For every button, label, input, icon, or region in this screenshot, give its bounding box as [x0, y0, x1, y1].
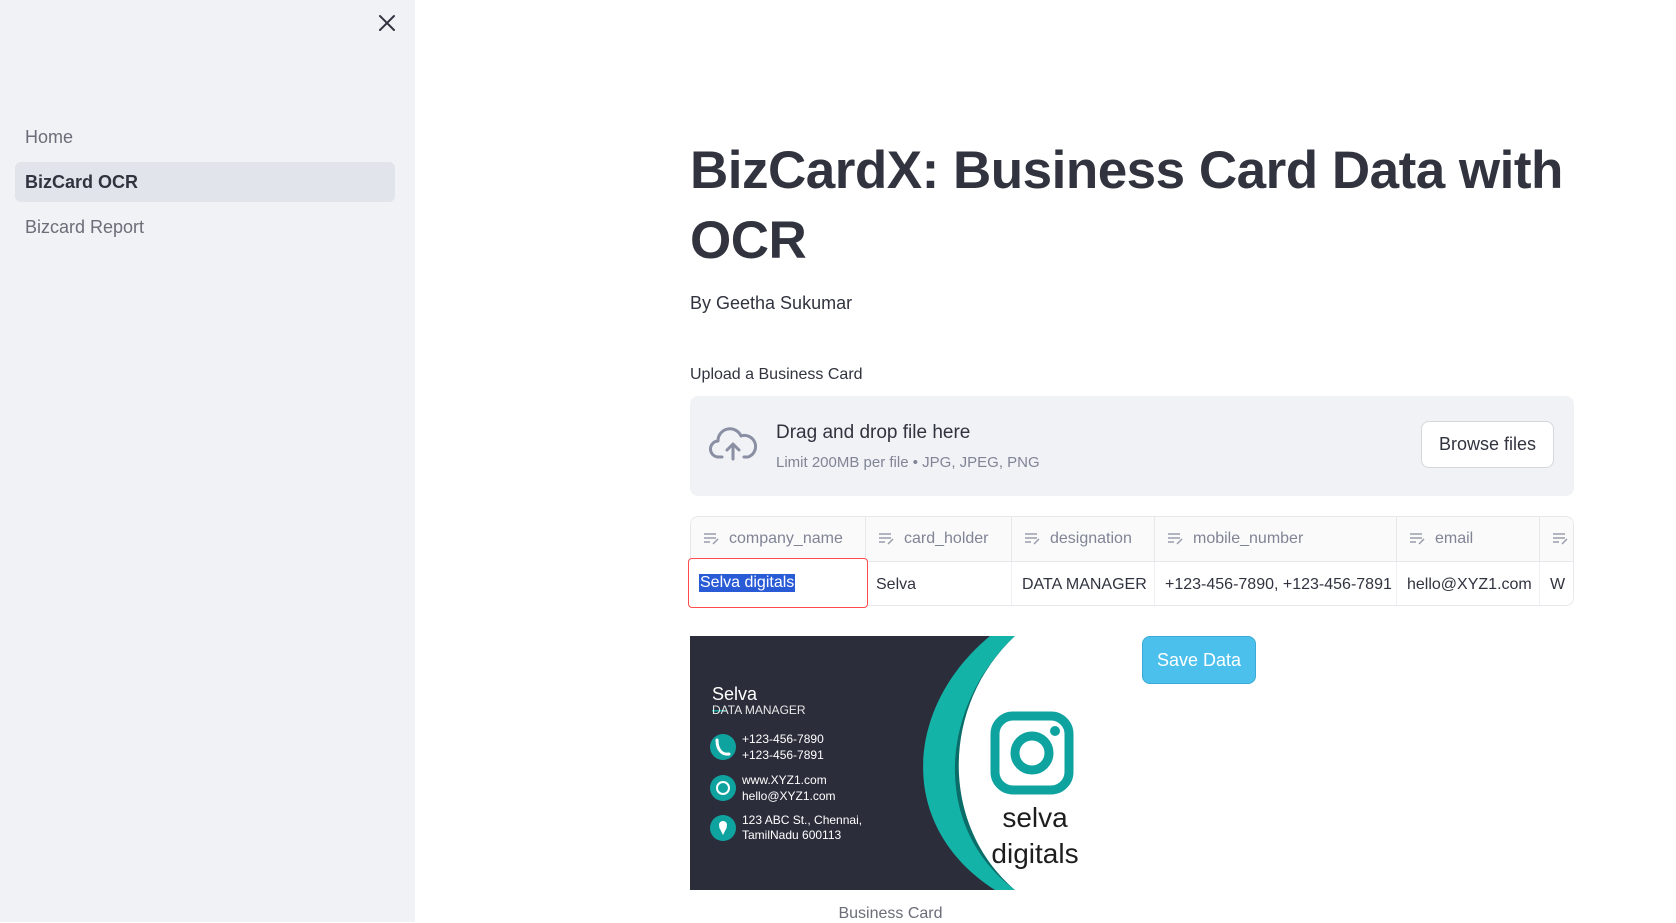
card-email: hello@XYZ1.com — [742, 789, 836, 803]
image-caption: Business Card — [838, 905, 943, 922]
table-cell-email[interactable]: hello@XYZ1.com — [1397, 562, 1540, 605]
card-brand-line-2: digitals — [991, 838, 1079, 869]
browse-files-button[interactable]: Browse files — [1421, 421, 1554, 468]
text-column-icon — [1025, 533, 1040, 545]
table-cell-card-holder[interactable]: Selva — [866, 562, 1012, 605]
card-brand: selva digitals — [985, 800, 1085, 872]
selected-text: Selva digitals — [699, 574, 796, 592]
table-cell-truncated[interactable]: W — [1540, 562, 1573, 605]
column-header-email[interactable]: email — [1397, 517, 1540, 562]
dropzone-title: Drag and drop file here — [776, 422, 971, 443]
text-column-icon — [1410, 533, 1425, 545]
text-column-icon — [1553, 533, 1568, 545]
cloud-upload-icon — [709, 427, 757, 461]
card-brand-line-1: selva — [1002, 802, 1068, 833]
column-header-card-holder[interactable]: card_holder — [866, 517, 1012, 562]
main-content: BizCardX: Business Card Data with OCR By… — [688, 0, 1574, 922]
business-card-image: Selva DATA MANAGER +123-456-7890 +123-45… — [690, 636, 1091, 890]
sidebar: Home BizCard OCR Bizcard Report — [0, 0, 415, 922]
card-web: www.XYZ1.com — [742, 773, 827, 787]
sidebar-item-bizcard-report[interactable]: Bizcard Report — [15, 207, 395, 247]
text-column-icon — [1168, 533, 1183, 545]
text-column-icon — [704, 533, 719, 545]
byline: By Geetha Sukumar — [690, 293, 853, 313]
save-data-button[interactable]: Save Data — [1142, 636, 1256, 684]
column-header-company-name[interactable]: company_name — [691, 517, 866, 562]
column-header-more[interactable] — [1540, 517, 1573, 562]
column-header-label: company_name — [729, 530, 843, 547]
table-cell-company-name-editing[interactable]: Selva digitals — [688, 558, 868, 608]
sidebar-item-home[interactable]: Home — [15, 117, 395, 157]
card-phone-1: +123-456-7890 — [742, 732, 824, 746]
sidebar-item-bizcard-ocr[interactable]: BizCard OCR — [15, 162, 395, 202]
text-column-icon — [879, 533, 894, 545]
page-title: BizCardX: Business Card Data with OCR — [690, 141, 1563, 270]
card-designation: DATA MANAGER — [712, 703, 806, 717]
close-sidebar-button[interactable] — [374, 10, 400, 36]
column-header-designation[interactable]: designation — [1012, 517, 1155, 562]
table-cell-designation[interactable]: DATA MANAGER — [1012, 562, 1155, 605]
file-dropzone[interactable]: Drag and drop file here Limit 200MB per … — [690, 396, 1574, 496]
column-header-mobile-number[interactable]: mobile_number — [1155, 517, 1397, 562]
table-cell-mobile-number[interactable]: +123-456-7890, +123-456-7891 — [1155, 562, 1397, 605]
upload-label: Upload a Business Card — [690, 366, 863, 383]
card-phones: +123-456-7890 +123-456-7891 — [742, 731, 824, 763]
card-address-1: 123 ABC St., Chennai, — [742, 813, 863, 827]
sidebar-nav: Home BizCard OCR Bizcard Report — [15, 117, 395, 252]
column-header-label: card_holder — [904, 530, 989, 547]
column-header-label: email — [1435, 530, 1474, 547]
card-address: 123 ABC St., Chennai, TamilNadu 600113 — [742, 813, 862, 843]
card-web-email: www.XYZ1.com hello@XYZ1.com — [742, 772, 836, 804]
card-name: Selva — [712, 684, 758, 704]
column-header-label: mobile_number — [1193, 530, 1304, 547]
column-header-label: designation — [1050, 530, 1132, 547]
card-address-2: TamilNadu 600113 — [742, 828, 842, 842]
dropzone-limit-text: Limit 200MB per file • JPG, JPEG, PNG — [776, 454, 1040, 471]
card-phone-2: +123-456-7891 — [742, 748, 824, 762]
close-icon — [379, 15, 395, 31]
